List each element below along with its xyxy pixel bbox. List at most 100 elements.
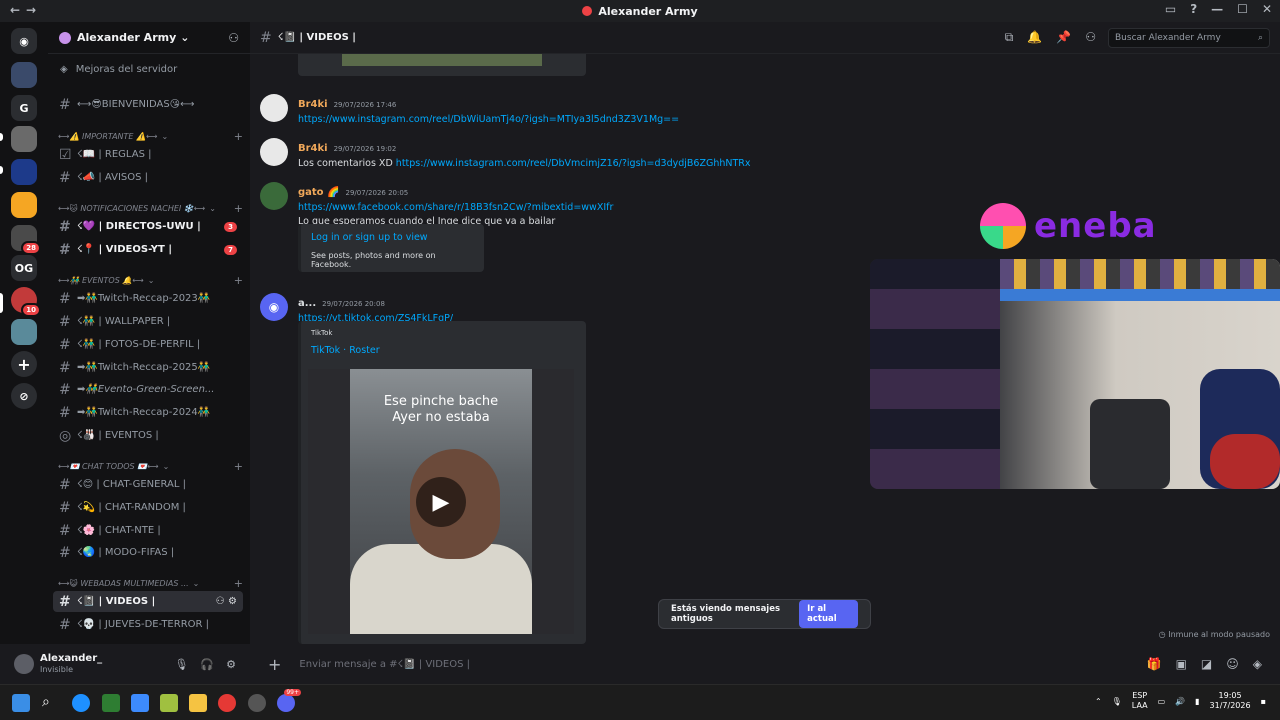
channel-item[interactable]: ☑ ☇📖 | REGLAS | bbox=[53, 144, 243, 165]
guild-og[interactable]: OG bbox=[11, 255, 37, 281]
channel-item[interactable]: # ⟷😎BIENVENIDAS😘⟷ bbox=[53, 94, 243, 115]
add-server-icon[interactable]: + bbox=[11, 351, 37, 377]
add-channel-icon[interactable]: + bbox=[234, 274, 243, 287]
add-channel-icon[interactable]: + bbox=[234, 130, 243, 143]
app-icon[interactable] bbox=[160, 694, 178, 712]
message-input[interactable]: Enviar mensaje a #☇📓 | VIDEOS | bbox=[299, 659, 470, 670]
app-icon[interactable] bbox=[131, 694, 149, 712]
channel-item[interactable]: # ➡👬Evento-Green-Screen... bbox=[53, 379, 243, 400]
server-boost[interactable]: ◈ Mejoras del servidor bbox=[48, 57, 250, 81]
channel-item[interactable]: ◎ ☇🎳 | EVENTOS | bbox=[53, 425, 243, 446]
message-link[interactable]: https://www.instagram.com/reel/DbWiUamTj… bbox=[298, 114, 858, 125]
message-author[interactable]: a... bbox=[298, 298, 316, 309]
add-channel-icon[interactable]: + bbox=[234, 202, 243, 215]
play-icon[interactable]: ▶ bbox=[416, 477, 466, 527]
inbox-icon[interactable]: ▭ bbox=[1165, 2, 1176, 16]
message-author[interactable]: Br4ki bbox=[298, 143, 328, 154]
edge-icon[interactable] bbox=[72, 694, 90, 712]
channel-item[interactable]: # ☇💜 | DIRECTOS-UWU | 3 bbox=[53, 216, 243, 237]
guild-alexander-army[interactable]: 10 bbox=[11, 287, 41, 317]
channel-item[interactable]: # ☇💫 | CHAT-RANDOM | bbox=[53, 497, 243, 518]
channel-item[interactable]: # ☇👬 | WALLPAPER | bbox=[53, 311, 243, 332]
apps-icon[interactable]: ◈ bbox=[1253, 657, 1262, 671]
guild-5[interactable] bbox=[11, 192, 37, 218]
channel-item[interactable]: # ☇👬 | FOTOS-DE-PERFIL | bbox=[53, 334, 243, 355]
channel-item[interactable]: # ➡👬Twitch-Reccap-2024👬 bbox=[53, 402, 243, 423]
pin-icon[interactable]: 📌 bbox=[1056, 30, 1071, 45]
video-player[interactable]: Ese pinche bache Ayer no estaba ▶ bbox=[308, 369, 574, 634]
message-link[interactable]: https://www.facebook.com/share/r/18B3fsn… bbox=[298, 202, 858, 213]
channel-item[interactable]: # ☇😊 | CHAT-GENERAL | bbox=[53, 474, 243, 495]
guild-3[interactable] bbox=[11, 126, 37, 152]
category-header[interactable]: ⟷👬 EVENTOS 🔔⟷ ⌄ + bbox=[58, 274, 243, 287]
message-author[interactable]: gato 🌈 bbox=[298, 187, 340, 198]
guild-8[interactable] bbox=[11, 319, 37, 345]
user-info[interactable]: Alexander_ Invisible bbox=[40, 653, 102, 675]
guild-g[interactable]: G bbox=[11, 95, 37, 121]
add-member-icon[interactable]: ⚇ bbox=[228, 31, 239, 45]
channel-item[interactable]: # ☇🌏 | MODO-FIFAS | bbox=[53, 542, 243, 563]
start-icon[interactable] bbox=[12, 694, 30, 712]
battery-icon[interactable]: ▮ bbox=[1195, 697, 1199, 706]
threads-icon[interactable]: ⧉ bbox=[1005, 30, 1014, 45]
sticker-icon[interactable]: ◪ bbox=[1201, 657, 1212, 671]
avatar[interactable] bbox=[260, 94, 288, 122]
back-forward-icon[interactable]: ←→ bbox=[10, 3, 42, 17]
bell-icon[interactable]: 🔔 bbox=[1027, 30, 1042, 45]
help-icon[interactable]: ? bbox=[1190, 2, 1197, 16]
guild-1[interactable] bbox=[11, 62, 37, 88]
guild-4[interactable] bbox=[11, 159, 37, 185]
jump-to-present-button[interactable]: Ir al actual bbox=[799, 600, 858, 628]
channel-item-active[interactable]: # ☇📓 | VIDEOS | ⚇ ⚙ bbox=[53, 591, 243, 612]
emoji-icon[interactable]: ☺ bbox=[1226, 657, 1239, 671]
members-icon[interactable]: ⚇ bbox=[1085, 30, 1096, 45]
maximize-button[interactable]: ☐ bbox=[1237, 2, 1248, 16]
add-channel-icon[interactable]: + bbox=[234, 460, 243, 473]
folder-icon[interactable] bbox=[189, 694, 207, 712]
message-link[interactable]: https://www.instagram.com/reel/DbVmcimjZ… bbox=[396, 158, 751, 169]
category-header[interactable]: ⟷🐱 NOTIFICACIONES NACHEI ❄️⟷ ⌄ + bbox=[58, 202, 243, 215]
gif-icon[interactable]: ▣ bbox=[1176, 657, 1187, 671]
discord-home-icon[interactable]: ◉ bbox=[11, 28, 37, 54]
notification-icon[interactable]: ▪ bbox=[1261, 697, 1266, 706]
chrome-icon[interactable] bbox=[218, 694, 236, 712]
microphone-icon[interactable]: 🎙 bbox=[174, 658, 188, 671]
language-indicator[interactable]: ESP LAA bbox=[1132, 691, 1148, 711]
gift-icon[interactable]: 🎁 bbox=[1147, 657, 1162, 671]
search-input[interactable]: Buscar Alexander Army ⌕ bbox=[1108, 27, 1270, 48]
avatar[interactable] bbox=[14, 654, 34, 674]
gear-icon[interactable]: ⚙ bbox=[226, 658, 236, 671]
minimize-button[interactable]: — bbox=[1211, 2, 1223, 16]
avatar[interactable] bbox=[260, 182, 288, 210]
embed-title[interactable]: Log in or sign up to view bbox=[311, 232, 474, 243]
channel-item[interactable]: # ☇🌸 | CHAT-NTE | bbox=[53, 520, 243, 541]
category-header[interactable]: ⟷😺 WEBADAS MULTIMEDIAS ... ⌄ + bbox=[58, 577, 243, 590]
channel-item[interactable]: # ➡👬Twitch-Reccap-2023👬 bbox=[53, 288, 243, 309]
message-author[interactable]: Br4ki bbox=[298, 99, 328, 110]
server-header[interactable]: Alexander Army ⌄ ⚇ bbox=[48, 22, 250, 54]
monitor-icon[interactable]: ▭ bbox=[1158, 697, 1166, 706]
attach-icon[interactable]: + bbox=[268, 655, 281, 674]
close-button[interactable]: ✕ bbox=[1262, 2, 1272, 16]
volume-icon[interactable]: 🔊 bbox=[1175, 697, 1185, 706]
search-icon[interactable]: ⌕ bbox=[42, 694, 60, 712]
channel-item[interactable]: # ☇📍 | VIDEOS-YT | 7 bbox=[53, 239, 243, 260]
channel-item[interactable]: # ☇💀 | JUEVES-DE-TERROR | bbox=[53, 614, 243, 635]
add-channel-icon[interactable]: + bbox=[234, 577, 243, 590]
category-header[interactable]: ⟷⚠️ IMPORTANTE ⚠️⟷ ⌄ + bbox=[58, 130, 243, 143]
channel-item[interactable]: # ➡👬Twitch-Reccap-2025👬 bbox=[53, 357, 243, 378]
discord-icon[interactable]: 99+ bbox=[277, 689, 301, 712]
category-header[interactable]: ⟷💌 CHAT TODOS 💌⟷ ⌄ + bbox=[58, 460, 243, 473]
clock[interactable]: 19:05 31/7/2026 bbox=[1210, 691, 1251, 711]
chevron-up-icon[interactable]: ⌃ bbox=[1095, 697, 1102, 706]
embed-title[interactable]: TikTok · Roster bbox=[311, 345, 380, 356]
channel-settings-icon[interactable]: ⚇ ⚙ bbox=[216, 596, 237, 607]
avatar[interactable] bbox=[260, 138, 288, 166]
channel-item[interactable]: # ☇📣 | AVISOS | bbox=[53, 167, 243, 188]
discover-icon[interactable]: ⊘ bbox=[11, 383, 37, 409]
app-icon[interactable] bbox=[248, 694, 266, 712]
headphones-icon[interactable]: 🎧 bbox=[200, 658, 214, 671]
microphone-icon[interactable]: 🎙 bbox=[1112, 697, 1122, 706]
discord-avatar-icon[interactable]: ◉ bbox=[260, 293, 288, 321]
xbox-icon[interactable] bbox=[102, 694, 120, 712]
